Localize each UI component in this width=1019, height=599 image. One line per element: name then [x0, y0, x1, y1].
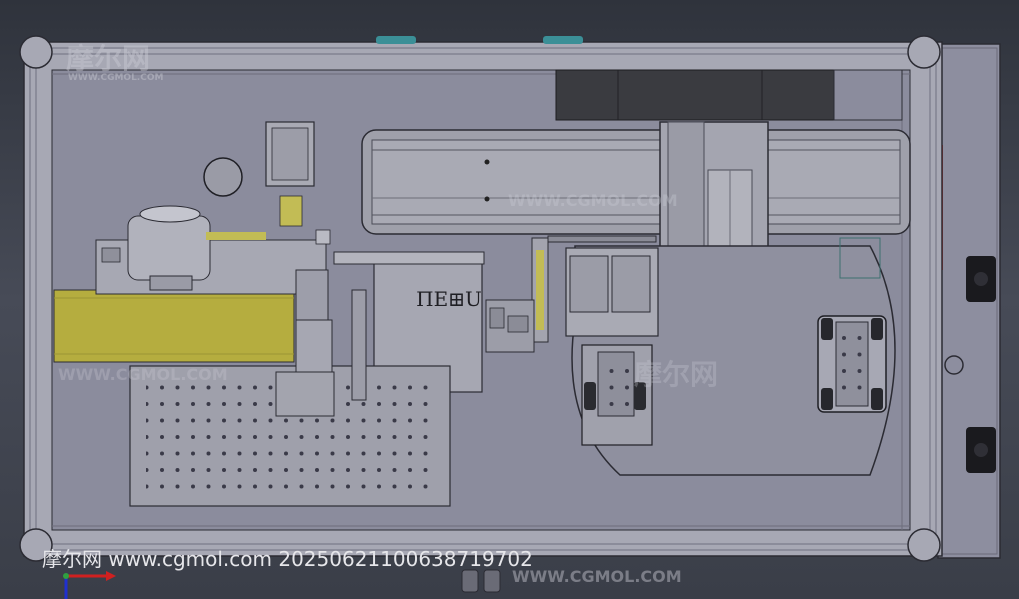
round-sensor [203, 157, 243, 197]
side-port-circle [944, 355, 964, 375]
tape-roll [53, 289, 295, 363]
watermark-brand-center: 摩尔网 [634, 358, 718, 391]
feeder-label-plate: ΠΕ⊞U [416, 287, 482, 311]
cad-machine-top-view: ΠΕ⊞U 摩尔网 WWW.CGMOL.COM WWW.CGMOL.COM WWW… [0, 0, 1019, 599]
watermark-url-left: WWW.CGMOL.COM [58, 365, 228, 384]
horizontal-linear-module [361, 129, 911, 235]
servo-drive-block [555, 69, 903, 121]
watermark-url-top-left: WWW.CGMOL.COM [68, 73, 163, 83]
watermark-url-center: WWW.CGMOL.COM [508, 191, 678, 210]
bottom-foot-right [483, 569, 501, 593]
bottom-foot-left [461, 569, 479, 593]
watermark-url-bottom: WWW.CGMOL.COM [512, 567, 682, 586]
small-bracket [485, 299, 535, 353]
right-enclosure-panel [937, 43, 1001, 559]
watermark-brand-top-left: 摩尔网 [66, 42, 150, 75]
carrier-fixture-right [817, 315, 887, 413]
source-caption: 摩尔网 www.cgmol.com 20250621100638719702 [42, 547, 533, 571]
